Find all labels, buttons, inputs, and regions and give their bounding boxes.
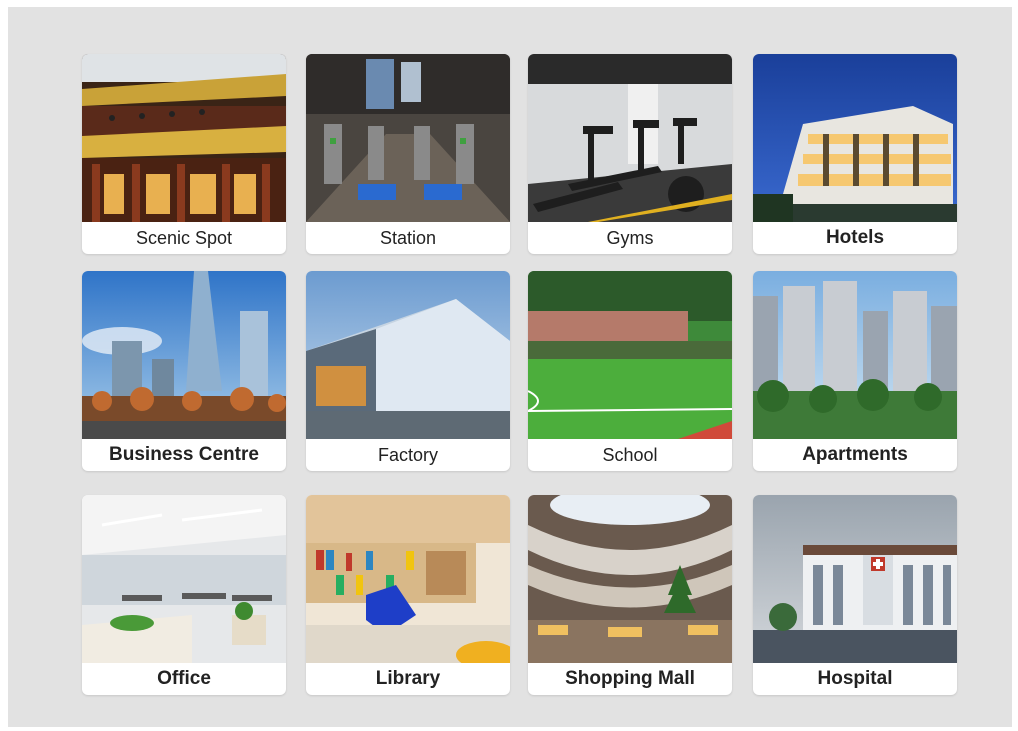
pagoda-photo	[82, 54, 286, 222]
card-scenic-spot[interactable]: Scenic Spot	[82, 54, 286, 254]
card-apartments[interactable]: Apartments	[753, 271, 957, 471]
card-hotels[interactable]: Hotels	[753, 54, 957, 254]
card-label: Scenic Spot	[135, 228, 233, 248]
bookshelves-photo	[306, 495, 510, 663]
mall-atrium-photo	[528, 495, 732, 663]
gallery-panel: Scenic Spot Station Gyms Hotels Business…	[8, 7, 1012, 727]
apartment-towers-photo	[753, 271, 957, 439]
treadmill-photo	[528, 54, 732, 222]
card-label: Hotels	[825, 227, 885, 248]
card-label: Library	[375, 668, 441, 689]
sports-field-photo	[528, 271, 732, 439]
card-label: Business Centre	[109, 444, 259, 465]
card-gyms[interactable]: Gyms	[528, 54, 732, 254]
card-school[interactable]: School	[528, 271, 732, 471]
card-label: Gyms	[606, 228, 654, 248]
skyscraper-photo	[82, 271, 286, 439]
factory-building-photo	[306, 271, 510, 439]
card-label: Apartments	[802, 444, 908, 465]
card-business-centre[interactable]: Business Centre	[82, 271, 286, 471]
hotel-night-photo	[753, 54, 957, 222]
card-label: School	[602, 445, 658, 465]
card-label: Shopping Mall	[565, 668, 695, 689]
card-shopping-mall[interactable]: Shopping Mall	[528, 495, 732, 695]
card-label: Hospital	[817, 668, 893, 689]
hospital-building-photo	[753, 495, 957, 663]
station-gates-photo	[306, 54, 510, 222]
card-label: Factory	[377, 445, 438, 465]
card-library[interactable]: Library	[306, 495, 510, 695]
card-label: Station	[379, 228, 437, 248]
card-factory[interactable]: Factory	[306, 271, 510, 471]
card-hospital[interactable]: Hospital	[753, 495, 957, 695]
office-desks-photo	[82, 495, 286, 663]
card-office[interactable]: Office	[82, 495, 286, 695]
card-station[interactable]: Station	[306, 54, 510, 254]
card-label: Office	[157, 668, 211, 689]
